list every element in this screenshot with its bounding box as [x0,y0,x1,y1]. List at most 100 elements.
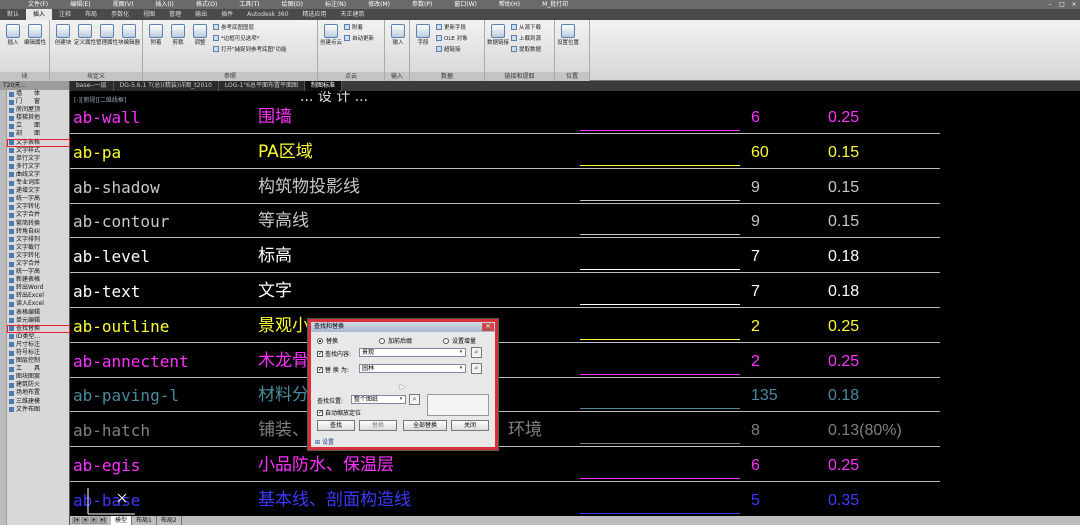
sidebar-item[interactable]: 文字样式 [7,147,70,155]
restore-icon[interactable]: □ [1056,0,1068,9]
chevron-down-icon[interactable]: ▾ [397,396,405,403]
sidebar-item[interactable]: 单行文字 [7,155,70,163]
sidebar-scrollbar[interactable] [0,90,7,525]
minimize-icon[interactable]: – [1044,0,1056,9]
radio-spacing[interactable]: 设置增量 [443,336,476,345]
document-tab[interactable]: 制图标准 [304,81,342,91]
menu-item[interactable]: 编辑(E) [70,0,90,9]
replace-all-button[interactable]: 全部替换 [403,420,447,431]
ribbon-button[interactable]: 定义属性 [74,24,96,46]
menu-item[interactable]: 格式(O) [196,0,217,9]
sidebar-item[interactable]: 单元编辑 [7,317,70,325]
ribbon-small-button[interactable]: *边框可见选项* [213,35,260,43]
menu-item[interactable]: 视图(V) [113,0,134,9]
ribbon-tab[interactable]: 输出 [188,9,214,20]
menu-item[interactable]: M_批打印 [542,0,568,9]
ribbon-tab[interactable]: 管理 [162,9,188,20]
find-checkbox[interactable]: 查找内容: [317,349,351,358]
ribbon-small-button[interactable]: 从源下载 [511,24,541,32]
pick-find-icon[interactable]: ⌕ [471,347,482,358]
ribbon-button[interactable]: 数据链接 [487,24,509,46]
dialog-titlebar[interactable]: 查找和替换 ✕ [311,322,495,332]
menu-item[interactable]: 参数(P) [412,0,432,9]
ribbon-small-button[interactable]: 提取数据 [511,46,541,54]
ribbon-small-button[interactable]: 参考底图图层 [213,24,254,32]
document-tab[interactable]: DG-5.6.1 T(总)(精装)详图_t2010 [113,81,219,91]
replace-input[interactable]: 园林 ▾ [359,364,466,373]
ribbon-tab[interactable]: 注释 [52,9,78,20]
ribbon-small-button[interactable]: 更新字段 [436,24,466,32]
ribbon-small-button[interactable]: 自动更新 [344,35,374,43]
ribbon-small-button[interactable]: 打开"捕捉到参考底图"功能 [213,46,287,54]
ribbon-button[interactable]: 输入 [387,24,409,46]
menu-item[interactable]: 绘图(D) [282,0,303,9]
layout-tab[interactable]: 模型 [111,516,133,525]
sidebar-item[interactable]: 门 窗 [7,98,70,106]
ribbon-tab[interactable]: 插入 [26,9,53,20]
ribbon-button[interactable]: 创建块 [52,24,74,46]
sidebar-item[interactable]: 场地布置 [7,389,70,397]
last-layout-icon[interactable]: ▸| [99,517,107,524]
sidebar-item[interactable]: ID类型... [7,333,70,341]
sidebar-item[interactable]: 尺寸标注 [7,341,70,349]
menu-item[interactable]: 修改(M) [368,0,390,9]
sidebar-item[interactable]: 表格编辑 [7,309,70,317]
ribbon-button[interactable]: 设置位置 [557,24,579,46]
sidebar-item[interactable]: 文字合并 [7,260,70,268]
ribbon-tab[interactable]: 精选应用 [296,9,334,20]
ribbon-tab[interactable]: 天正建筑 [334,9,372,20]
sidebar-item[interactable]: 文字转化 [7,252,70,260]
sidebar-item[interactable]: 墙 体 [7,90,70,98]
replace-button[interactable]: 替换 [359,420,397,431]
next-layout-icon[interactable]: ▸ [90,517,98,524]
chevron-down-icon[interactable]: ▾ [457,365,465,372]
prev-layout-icon[interactable]: ◂ [81,517,89,524]
ribbon-tab[interactable]: 视图 [136,9,162,20]
ribbon-small-button[interactable]: 上载到源 [511,35,541,43]
ribbon-button[interactable]: 调整 [189,24,211,46]
radio-add-suffix[interactable]: 加前后缀 [379,336,412,345]
ribbon-tab[interactable]: 插件 [214,9,240,20]
ribbon-tab[interactable]: 默认 [0,9,26,20]
ribbon-small-button[interactable]: OLE 对象 [436,35,468,43]
ribbon-button[interactable]: 创建点云 [320,24,342,46]
sidebar-item[interactable]: 递增文字 [7,187,70,195]
sidebar-item[interactable]: 转角自纠 [7,228,70,236]
radio-replace[interactable]: 替换 [317,336,338,345]
scope-select[interactable]: 整个图纸 ▾ [351,395,406,404]
sidebar-item[interactable]: 曲线文字 [7,171,70,179]
sidebar-item[interactable]: 文件布图 [7,406,70,414]
pick-replace-icon[interactable]: ⌕ [471,363,482,374]
settings-link[interactable]: ⊞ 设置 [315,437,334,446]
sidebar-item[interactable]: 查找替换 [7,324,70,333]
ribbon-button[interactable]: 附着 [145,24,167,46]
menu-item[interactable]: 窗口(W) [454,0,477,9]
pick-scope-icon[interactable]: ⌕ [409,394,420,405]
menu-item[interactable]: 帮助(H) [499,0,520,9]
ribbon-button[interactable]: 剪裁 [167,24,189,46]
sidebar-item[interactable]: 读入Excel [7,300,70,308]
sidebar-item[interactable]: 多行文字 [7,163,70,171]
menu-item[interactable]: 插入(I) [155,0,173,9]
ribbon-button[interactable]: 插入 [2,24,24,46]
replace-checkbox[interactable]: 替 换 为: [317,365,349,374]
sidebar-item[interactable]: 文字表格 [7,138,70,147]
close-icon[interactable]: ✕ [482,323,494,331]
first-layout-icon[interactable]: |◂ [72,517,80,524]
menu-item[interactable]: 文件(F) [28,0,48,9]
ribbon-small-button[interactable]: 超链接 [436,46,461,54]
sidebar-item[interactable]: 繁简转换 [7,220,70,228]
sidebar-item[interactable]: 符号标注 [7,349,70,357]
auto-zoom-checkbox[interactable]: 自动缩放定位 [317,408,361,417]
sidebar-item[interactable]: 专业词库 [7,179,70,187]
sidebar-item[interactable]: 剖 面 [7,130,70,138]
layout-tab[interactable]: 布局1 [132,516,157,525]
document-tab[interactable]: base--一层 [70,81,114,91]
chevron-down-icon[interactable]: ▾ [457,349,465,356]
drawing-canvas[interactable]: ... 设 计 ... [-][俯视][二维线框] ab-wall 围墙 6 0.25… [70,91,1080,516]
sidebar-item[interactable]: 文字排列 [7,236,70,244]
ribbon-button[interactable]: 编辑属性 [24,24,46,46]
sidebar-item[interactable]: 统一字高 [7,268,70,276]
ribbon-tab[interactable]: Autodesk 360 [240,9,295,20]
ribbon-button[interactable]: 字段 [412,24,434,46]
